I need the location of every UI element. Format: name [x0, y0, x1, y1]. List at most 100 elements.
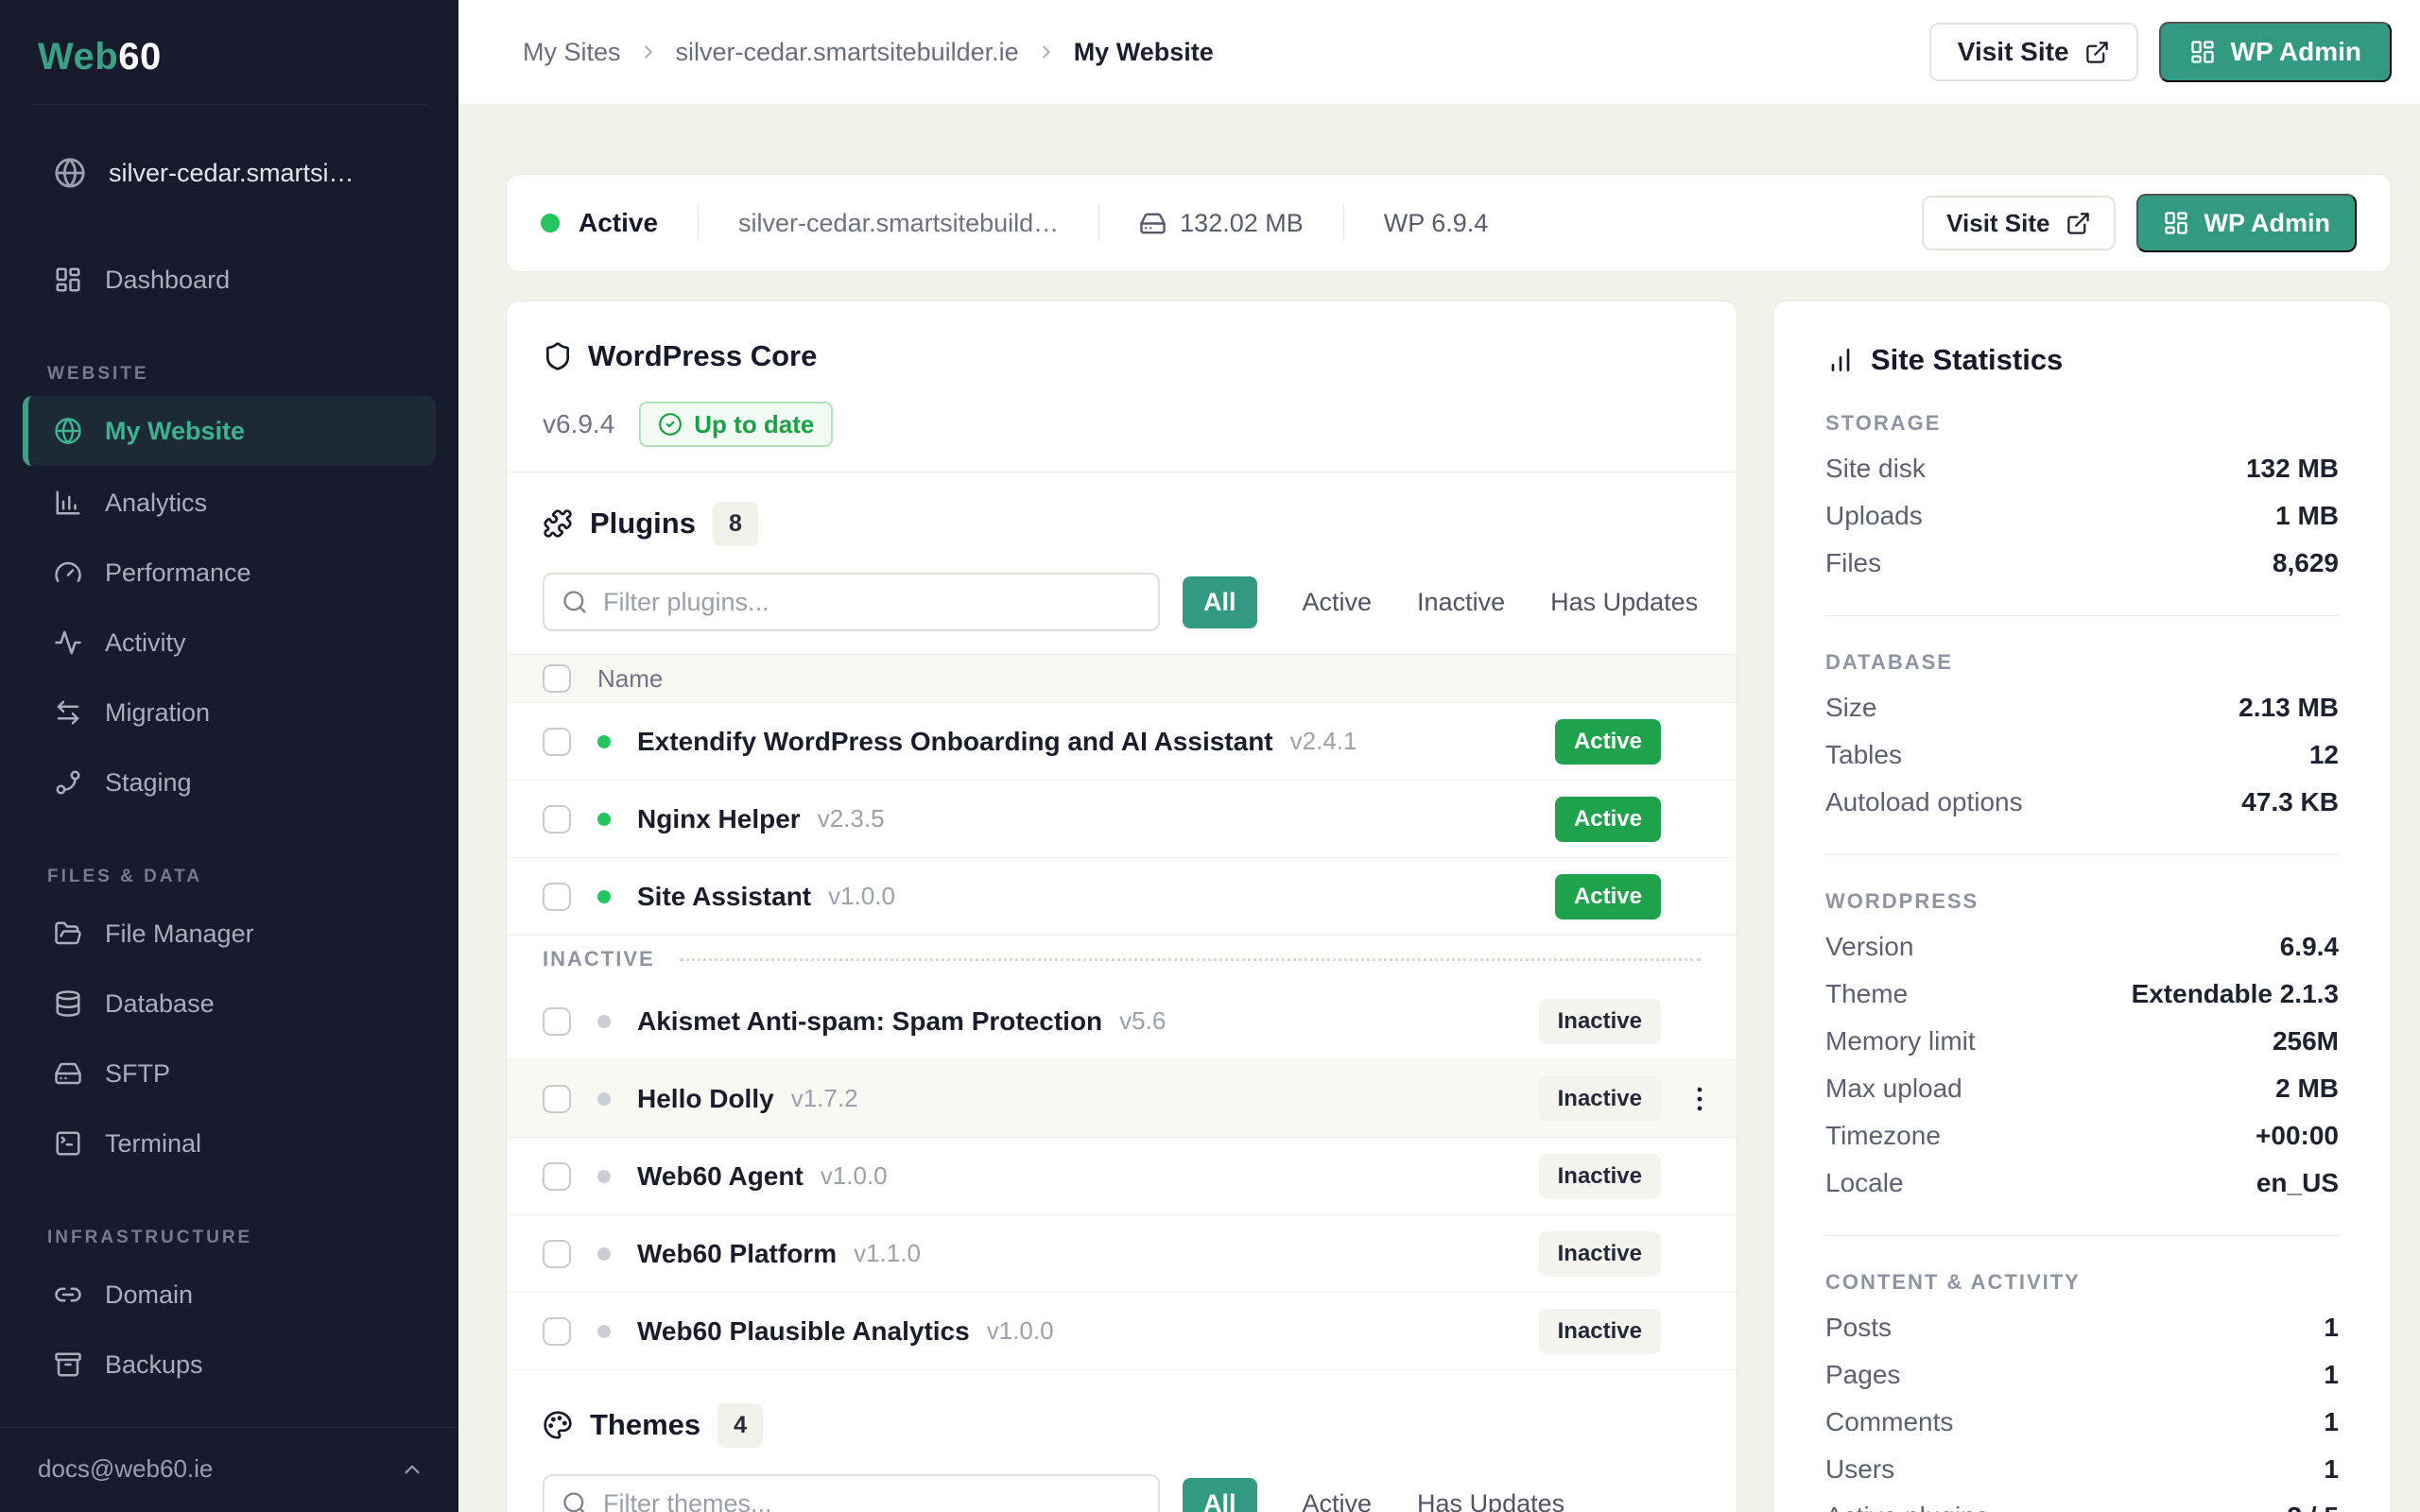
- plugin-name: Hello Dolly: [637, 1084, 774, 1114]
- breadcrumb-item[interactable]: silver-cedar.smartsitebuilder.ie: [676, 38, 1019, 67]
- plugin-name: Extendify WordPress Onboarding and AI As…: [637, 727, 1273, 757]
- sidebar-item-domain[interactable]: Domain: [0, 1260, 458, 1330]
- plugins-filter-input[interactable]: [543, 573, 1160, 631]
- sidebar-item-staging[interactable]: Staging: [0, 747, 458, 817]
- search-icon: [562, 589, 588, 615]
- wp-admin-button[interactable]: WP Admin: [2136, 194, 2358, 252]
- sidebar-site-name[interactable]: silver-cedar.smartsi…: [0, 146, 458, 199]
- sidebar-section-header: INFRASTRUCTURE: [47, 1228, 458, 1248]
- stats-row: Site disk132 MB: [1825, 445, 2339, 492]
- sidebar-item-dashboard[interactable]: Dashboard: [0, 245, 458, 315]
- status-dot: [597, 1247, 611, 1261]
- palette-icon: [543, 1410, 573, 1440]
- plugin-status-badge: Active: [1555, 719, 1661, 765]
- account-email: docs@web60.ie: [38, 1454, 213, 1484]
- sidebar-item-label: Staging: [105, 768, 192, 798]
- topbar: My Sites silver-cedar.smartsitebuilder.ie…: [458, 0, 2420, 104]
- status-actions: Visit Site WP Admin: [1922, 194, 2357, 252]
- plugin-status-badge: Active: [1555, 797, 1661, 842]
- wp-admin-label: WP Admin: [2204, 209, 2331, 238]
- themes-tab-all[interactable]: All: [1183, 1478, 1257, 1512]
- themes-toolbar: All Active Has Updates: [543, 1474, 1701, 1512]
- stats-row: Files8,629: [1825, 540, 2339, 587]
- stats-value: 1 MB: [2275, 501, 2339, 531]
- plugins-tab-all[interactable]: All: [1183, 576, 1257, 628]
- stats-label: Size: [1825, 693, 1876, 723]
- row-checkbox[interactable]: [543, 1162, 571, 1191]
- plugin-row[interactable]: Akismet Anti-spam: Spam Protectionv5.6In…: [507, 983, 1737, 1060]
- stats-row: Posts1: [1825, 1304, 2339, 1351]
- stats-label: Pages: [1825, 1360, 1900, 1390]
- wp-admin-button[interactable]: WP Admin: [2159, 22, 2392, 82]
- themes-tab-active[interactable]: Active: [1303, 1489, 1373, 1512]
- sidebar-section-header: WEBSITE: [47, 364, 458, 385]
- themes-filter-input[interactable]: [543, 1474, 1160, 1512]
- visit-site-button[interactable]: Visit Site: [1922, 196, 2115, 250]
- row-checkbox[interactable]: [543, 883, 571, 911]
- sidebar-item-terminal[interactable]: Terminal: [0, 1108, 458, 1178]
- stats-row: Max upload2 MB: [1825, 1065, 2339, 1112]
- plugins-tab-inactive[interactable]: Inactive: [1417, 588, 1505, 617]
- sidebar-item-backups[interactable]: Backups: [0, 1330, 458, 1400]
- column-name-header: Name: [597, 664, 663, 694]
- status-dot: [597, 1325, 611, 1338]
- plugin-name: Site Assistant: [637, 882, 811, 912]
- divider: [1825, 1235, 2339, 1236]
- sidebar-item-activity[interactable]: Activity: [0, 608, 458, 678]
- plugins-tab-active[interactable]: Active: [1303, 588, 1373, 617]
- sidebar-item-file-manager[interactable]: File Manager: [0, 899, 458, 969]
- sidebar-item-label: Analytics: [105, 489, 207, 518]
- stats-row: Uploads1 MB: [1825, 492, 2339, 540]
- plugin-version: v1.0.0: [821, 1161, 888, 1191]
- wordpress-core-section: WordPress Core v6.9.4 Up to date: [507, 301, 1737, 472]
- stats-label: Theme: [1825, 979, 1908, 1009]
- plugin-row[interactable]: Nginx Helperv2.3.5Active: [507, 781, 1737, 858]
- visit-site-button[interactable]: Visit Site: [1929, 23, 2138, 81]
- sidebar-item-my-website[interactable]: My Website: [23, 396, 436, 466]
- sidebar-item-analytics[interactable]: Analytics: [0, 468, 458, 538]
- stats-row: Pages1: [1825, 1351, 2339, 1399]
- sidebar-item-label: File Manager: [105, 919, 254, 949]
- themes-tab-has-updates[interactable]: Has Updates: [1417, 1489, 1564, 1512]
- select-all-checkbox[interactable]: [543, 664, 571, 693]
- sidebar-item-database[interactable]: Database: [0, 969, 458, 1039]
- plugin-row[interactable]: Hello Dollyv1.7.2Inactive: [507, 1060, 1737, 1138]
- row-checkbox[interactable]: [543, 1317, 571, 1346]
- stats-label: Comments: [1825, 1407, 1953, 1437]
- sidebar-item-label: Activity: [105, 628, 186, 658]
- sidebar-item-migration[interactable]: Migration: [0, 678, 458, 747]
- plugin-name: Nginx Helper: [637, 804, 801, 834]
- plugin-status-badge: Active: [1555, 874, 1661, 919]
- plugins-toolbar: All Active Inactive Has Updates: [543, 573, 1701, 631]
- row-checkbox[interactable]: [543, 1085, 571, 1113]
- sidebar-item-sftp[interactable]: SFTP: [0, 1039, 458, 1108]
- stats-label: Files: [1825, 548, 1881, 578]
- plugin-row[interactable]: Web60 Plausible Analyticsv1.0.0Inactive: [507, 1293, 1737, 1370]
- sidebar-item-label: Migration: [105, 698, 210, 728]
- sidebar-item-performance[interactable]: Performance: [0, 538, 458, 608]
- status-disk: 132.02 MB: [1139, 209, 1304, 238]
- wp-admin-label: WP Admin: [2231, 37, 2361, 67]
- stats-section: DATABASESize2.13 MBTables12Autoload opti…: [1825, 650, 2339, 826]
- plugin-row[interactable]: Web60 Agentv1.0.0Inactive: [507, 1138, 1737, 1215]
- site-statistics-title: Site Statistics: [1825, 343, 2339, 377]
- row-checkbox[interactable]: [543, 805, 571, 833]
- external-link-icon: [2066, 211, 2091, 236]
- account-menu[interactable]: docs@web60.ie: [0, 1428, 458, 1512]
- plugin-row[interactable]: Extendify WordPress Onboarding and AI As…: [507, 703, 1737, 781]
- globe-icon: [54, 417, 82, 445]
- database-icon: [54, 989, 82, 1018]
- breadcrumb-item[interactable]: My Sites: [523, 38, 621, 67]
- plugins-table-header: Name: [507, 654, 1737, 703]
- up-to-date-label: Up to date: [694, 410, 814, 439]
- row-actions-menu-icon[interactable]: [1684, 1083, 1716, 1115]
- stats-value: 256M: [2273, 1026, 2339, 1057]
- row-checkbox[interactable]: [543, 1240, 571, 1268]
- dotted-line: [680, 958, 1701, 961]
- plugin-row[interactable]: Site Assistantv1.0.0Active: [507, 858, 1737, 936]
- row-checkbox[interactable]: [543, 728, 571, 756]
- row-checkbox[interactable]: [543, 1007, 571, 1036]
- plugin-row[interactable]: Web60 Platformv1.1.0Inactive: [507, 1215, 1737, 1293]
- stats-value: +00:00: [2256, 1121, 2339, 1151]
- plugins-tab-has-updates[interactable]: Has Updates: [1550, 588, 1698, 617]
